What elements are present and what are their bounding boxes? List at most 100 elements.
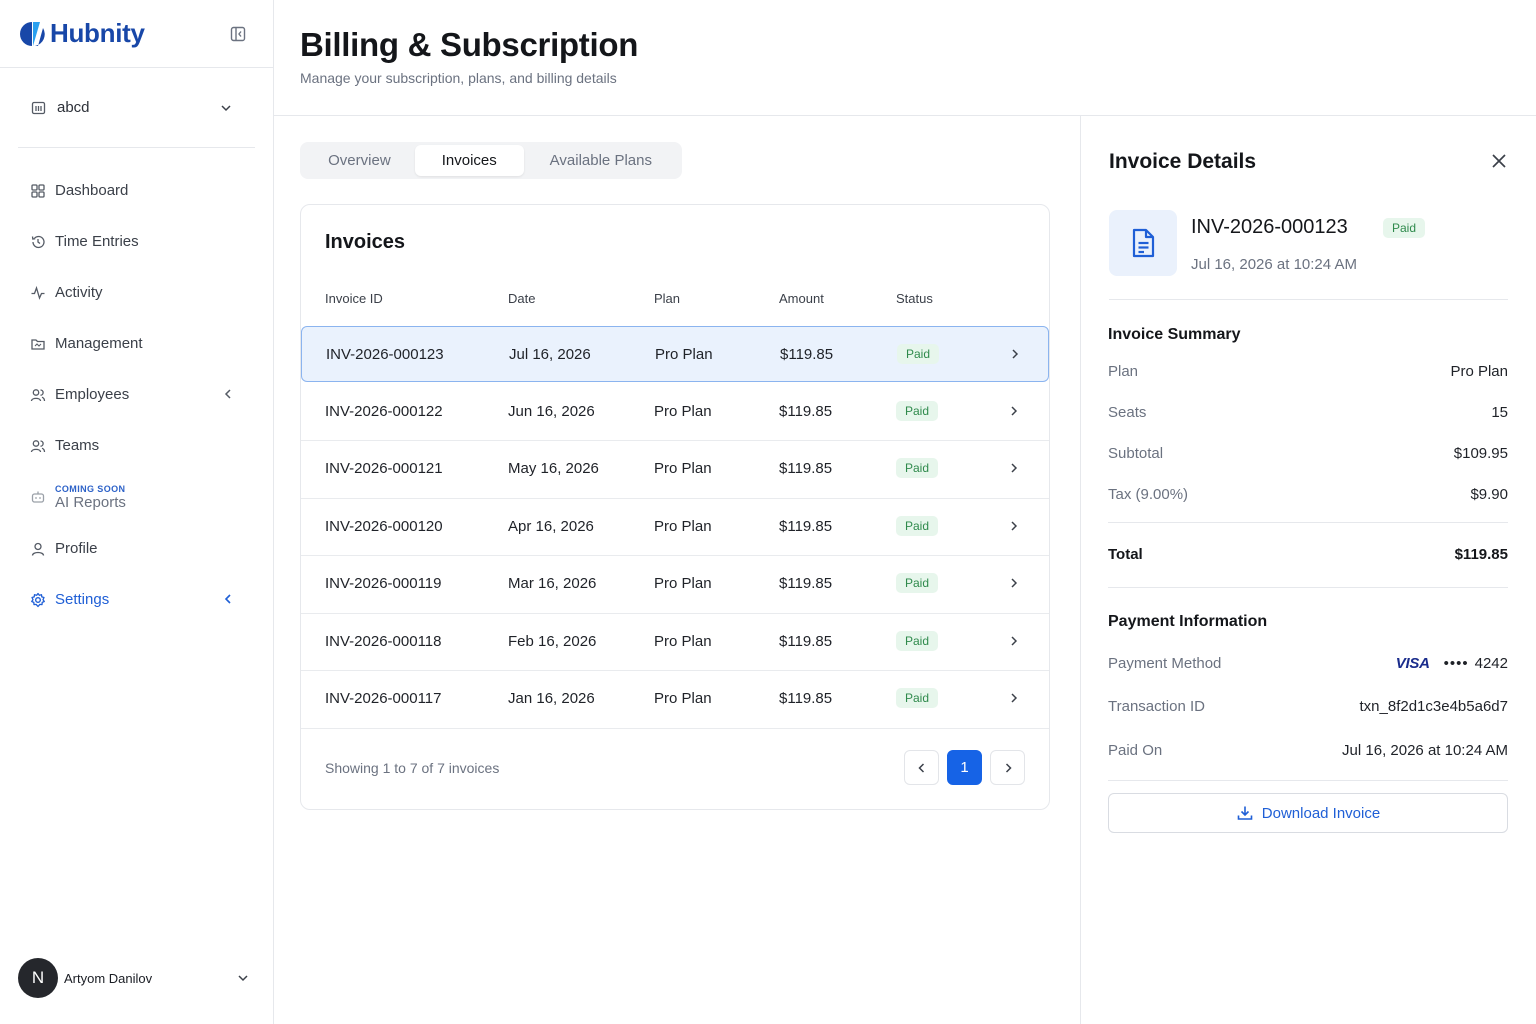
chevron-right-icon[interactable] <box>1007 404 1021 418</box>
summary-row-plan: Plan Pro Plan <box>1108 363 1508 380</box>
invoice-amount: $119.85 <box>779 517 833 535</box>
sidebar-item-ai-reports[interactable]: COMING SOON AI Reports <box>0 471 273 523</box>
activity-icon <box>31 285 45 300</box>
chevron-down-icon <box>238 975 248 982</box>
status-cell: Paid <box>896 400 939 421</box>
card-mask: •••• <box>1443 655 1469 672</box>
table-row[interactable]: INV-2026-000118 Feb 16, 2026 Pro Plan $1… <box>301 614 1049 671</box>
status-cell: Paid <box>897 344 940 364</box>
sidebar-item-employees[interactable]: Employees <box>0 369 273 420</box>
chevron-right-icon[interactable] <box>1007 634 1021 648</box>
org-switcher[interactable]: abcd <box>18 68 255 148</box>
chevron-right-icon[interactable] <box>1007 576 1021 590</box>
invoice-summary-title: Invoice Summary <box>1108 326 1241 343</box>
grid-icon <box>31 183 45 198</box>
paid-on-label: Paid On <box>1108 742 1163 759</box>
sidebar-item-dashboard[interactable]: Dashboard <box>0 165 273 216</box>
table-row[interactable]: INV-2026-000123 Jul 16, 2026 Pro Plan $1… <box>301 326 1049 382</box>
table-row[interactable]: INV-2026-000120 Apr 16, 2026 Pro Plan $1… <box>301 499 1049 556</box>
status-cell: Paid <box>896 515 939 536</box>
invoice-amount: $119.85 <box>779 575 833 592</box>
invoice-id: INV-2026-000123 <box>326 346 444 363</box>
column-header: Status <box>896 291 933 306</box>
sidebar-item-profile[interactable]: Profile <box>0 523 273 574</box>
chevron-right-icon[interactable] <box>1008 347 1022 361</box>
chevron-right-icon[interactable] <box>1007 691 1021 705</box>
invoice-amount: $119.85 <box>779 632 833 650</box>
sidebar-item-teams[interactable]: Teams <box>0 420 273 471</box>
total-value: $119.85 <box>1454 546 1508 563</box>
close-icon[interactable] <box>1490 152 1508 170</box>
user-icon <box>31 542 45 556</box>
invoice-plan: Pro Plan <box>654 690 712 707</box>
page-header: Billing & Subscription Manage your subsc… <box>274 0 1536 116</box>
chevron-left-icon <box>224 594 231 604</box>
download-label: Download Invoice <box>1261 804 1381 822</box>
summary-value: $109.95 <box>1453 445 1508 462</box>
history-icon <box>31 235 45 248</box>
table-header: Invoice ID Date Plan Amount Status <box>301 291 1049 311</box>
sidebar: Hubnity abcd Dashboard Time Entries Acti… <box>0 0 274 1024</box>
invoice-id: INV-2026-000121 <box>325 460 443 477</box>
table-footer: Showing 1 to 7 of 7 invoices 1 <box>325 750 1025 786</box>
invoice-plan: Pro Plan <box>654 517 712 535</box>
invoice-plan: Pro Plan <box>655 346 713 363</box>
chevron-right-icon[interactable] <box>1007 461 1021 475</box>
table-row[interactable]: INV-2026-000121 May 16, 2026 Pro Plan $1… <box>301 441 1049 499</box>
column-header: Amount <box>779 291 824 306</box>
avatar: N <box>18 958 58 998</box>
invoice-plan: Pro Plan <box>654 460 712 477</box>
summary-value: 15 <box>1491 404 1508 421</box>
panel-title: Invoice Details <box>1109 150 1257 173</box>
divider <box>1108 587 1508 588</box>
summary-value: Pro Plan <box>1450 363 1508 380</box>
sidebar-item-time-entries[interactable]: Time Entries <box>0 216 273 267</box>
page-title: Billing & Subscription <box>300 26 639 63</box>
chevron-right-icon <box>1005 762 1012 773</box>
invoice-date: Jul 16, 2026 <box>509 346 591 363</box>
total-label: Total <box>1108 546 1143 563</box>
chevron-right-icon[interactable] <box>1007 519 1021 533</box>
prev-page-button[interactable] <box>904 750 939 785</box>
invoice-id: INV-2026-000118 <box>325 632 442 650</box>
page-subtitle: Manage your subscription, plans, and bil… <box>300 70 617 86</box>
sidebar-nav: Dashboard Time Entries Activity Manageme… <box>0 148 273 625</box>
sidebar-item-activity[interactable]: Activity <box>0 267 273 318</box>
status-cell: Paid <box>896 573 939 593</box>
invoice-date: Feb 16, 2026 <box>508 632 597 650</box>
invoice-datetime: Jul 16, 2026 at 10:24 AM <box>1191 256 1357 273</box>
page-button-current[interactable]: 1 <box>947 750 982 785</box>
collapse-sidebar-icon[interactable] <box>229 25 247 43</box>
transaction-label: Transaction ID <box>1108 698 1205 715</box>
tab-overview[interactable]: Overview <box>304 145 415 176</box>
invoice-amount: $119.85 <box>779 690 833 707</box>
users-icon <box>30 388 46 401</box>
visa-logo-icon: VISA <box>1395 655 1430 672</box>
table-row[interactable]: INV-2026-000119 Mar 16, 2026 Pro Plan $1… <box>301 556 1049 614</box>
sidebar-item-label: Activity <box>55 284 103 301</box>
column-header: Date <box>508 291 536 306</box>
tab-invoices[interactable]: Invoices <box>414 145 524 176</box>
coming-soon-badge: COMING SOON <box>55 483 126 494</box>
invoice-plan: Pro Plan <box>654 575 712 592</box>
app-name: Hubnity <box>50 18 145 48</box>
table-row[interactable]: INV-2026-000122 Jun 16, 2026 Pro Plan $1… <box>301 384 1049 441</box>
download-icon <box>1237 806 1253 820</box>
invoice-amount: $119.85 <box>780 346 834 363</box>
invoice-number: INV-2026-000123 <box>1191 216 1348 238</box>
sidebar-item-management[interactable]: Management <box>0 318 273 369</box>
payment-method-label: Payment Method <box>1108 655 1222 672</box>
sidebar-item-label: Management <box>55 335 143 352</box>
summary-label: Plan <box>1108 363 1139 380</box>
table-row[interactable]: INV-2026-000117 Jan 16, 2026 Pro Plan $1… <box>301 671 1049 729</box>
summary-row-seats: Seats 15 <box>1108 404 1508 421</box>
user-menu[interactable]: N Artyom Danilov <box>18 958 256 998</box>
download-invoice-button[interactable]: Download Invoice <box>1108 793 1508 833</box>
tab-bar: Overview Invoices Available Plans <box>300 142 682 179</box>
next-page-button[interactable] <box>990 750 1025 785</box>
tab-available-plans[interactable]: Available Plans <box>524 145 678 176</box>
summary-value: $9.90 <box>1470 486 1508 503</box>
status-badge: Paid <box>897 344 940 364</box>
invoices-title: Invoices <box>325 231 406 253</box>
sidebar-item-settings[interactable]: Settings <box>0 574 273 625</box>
